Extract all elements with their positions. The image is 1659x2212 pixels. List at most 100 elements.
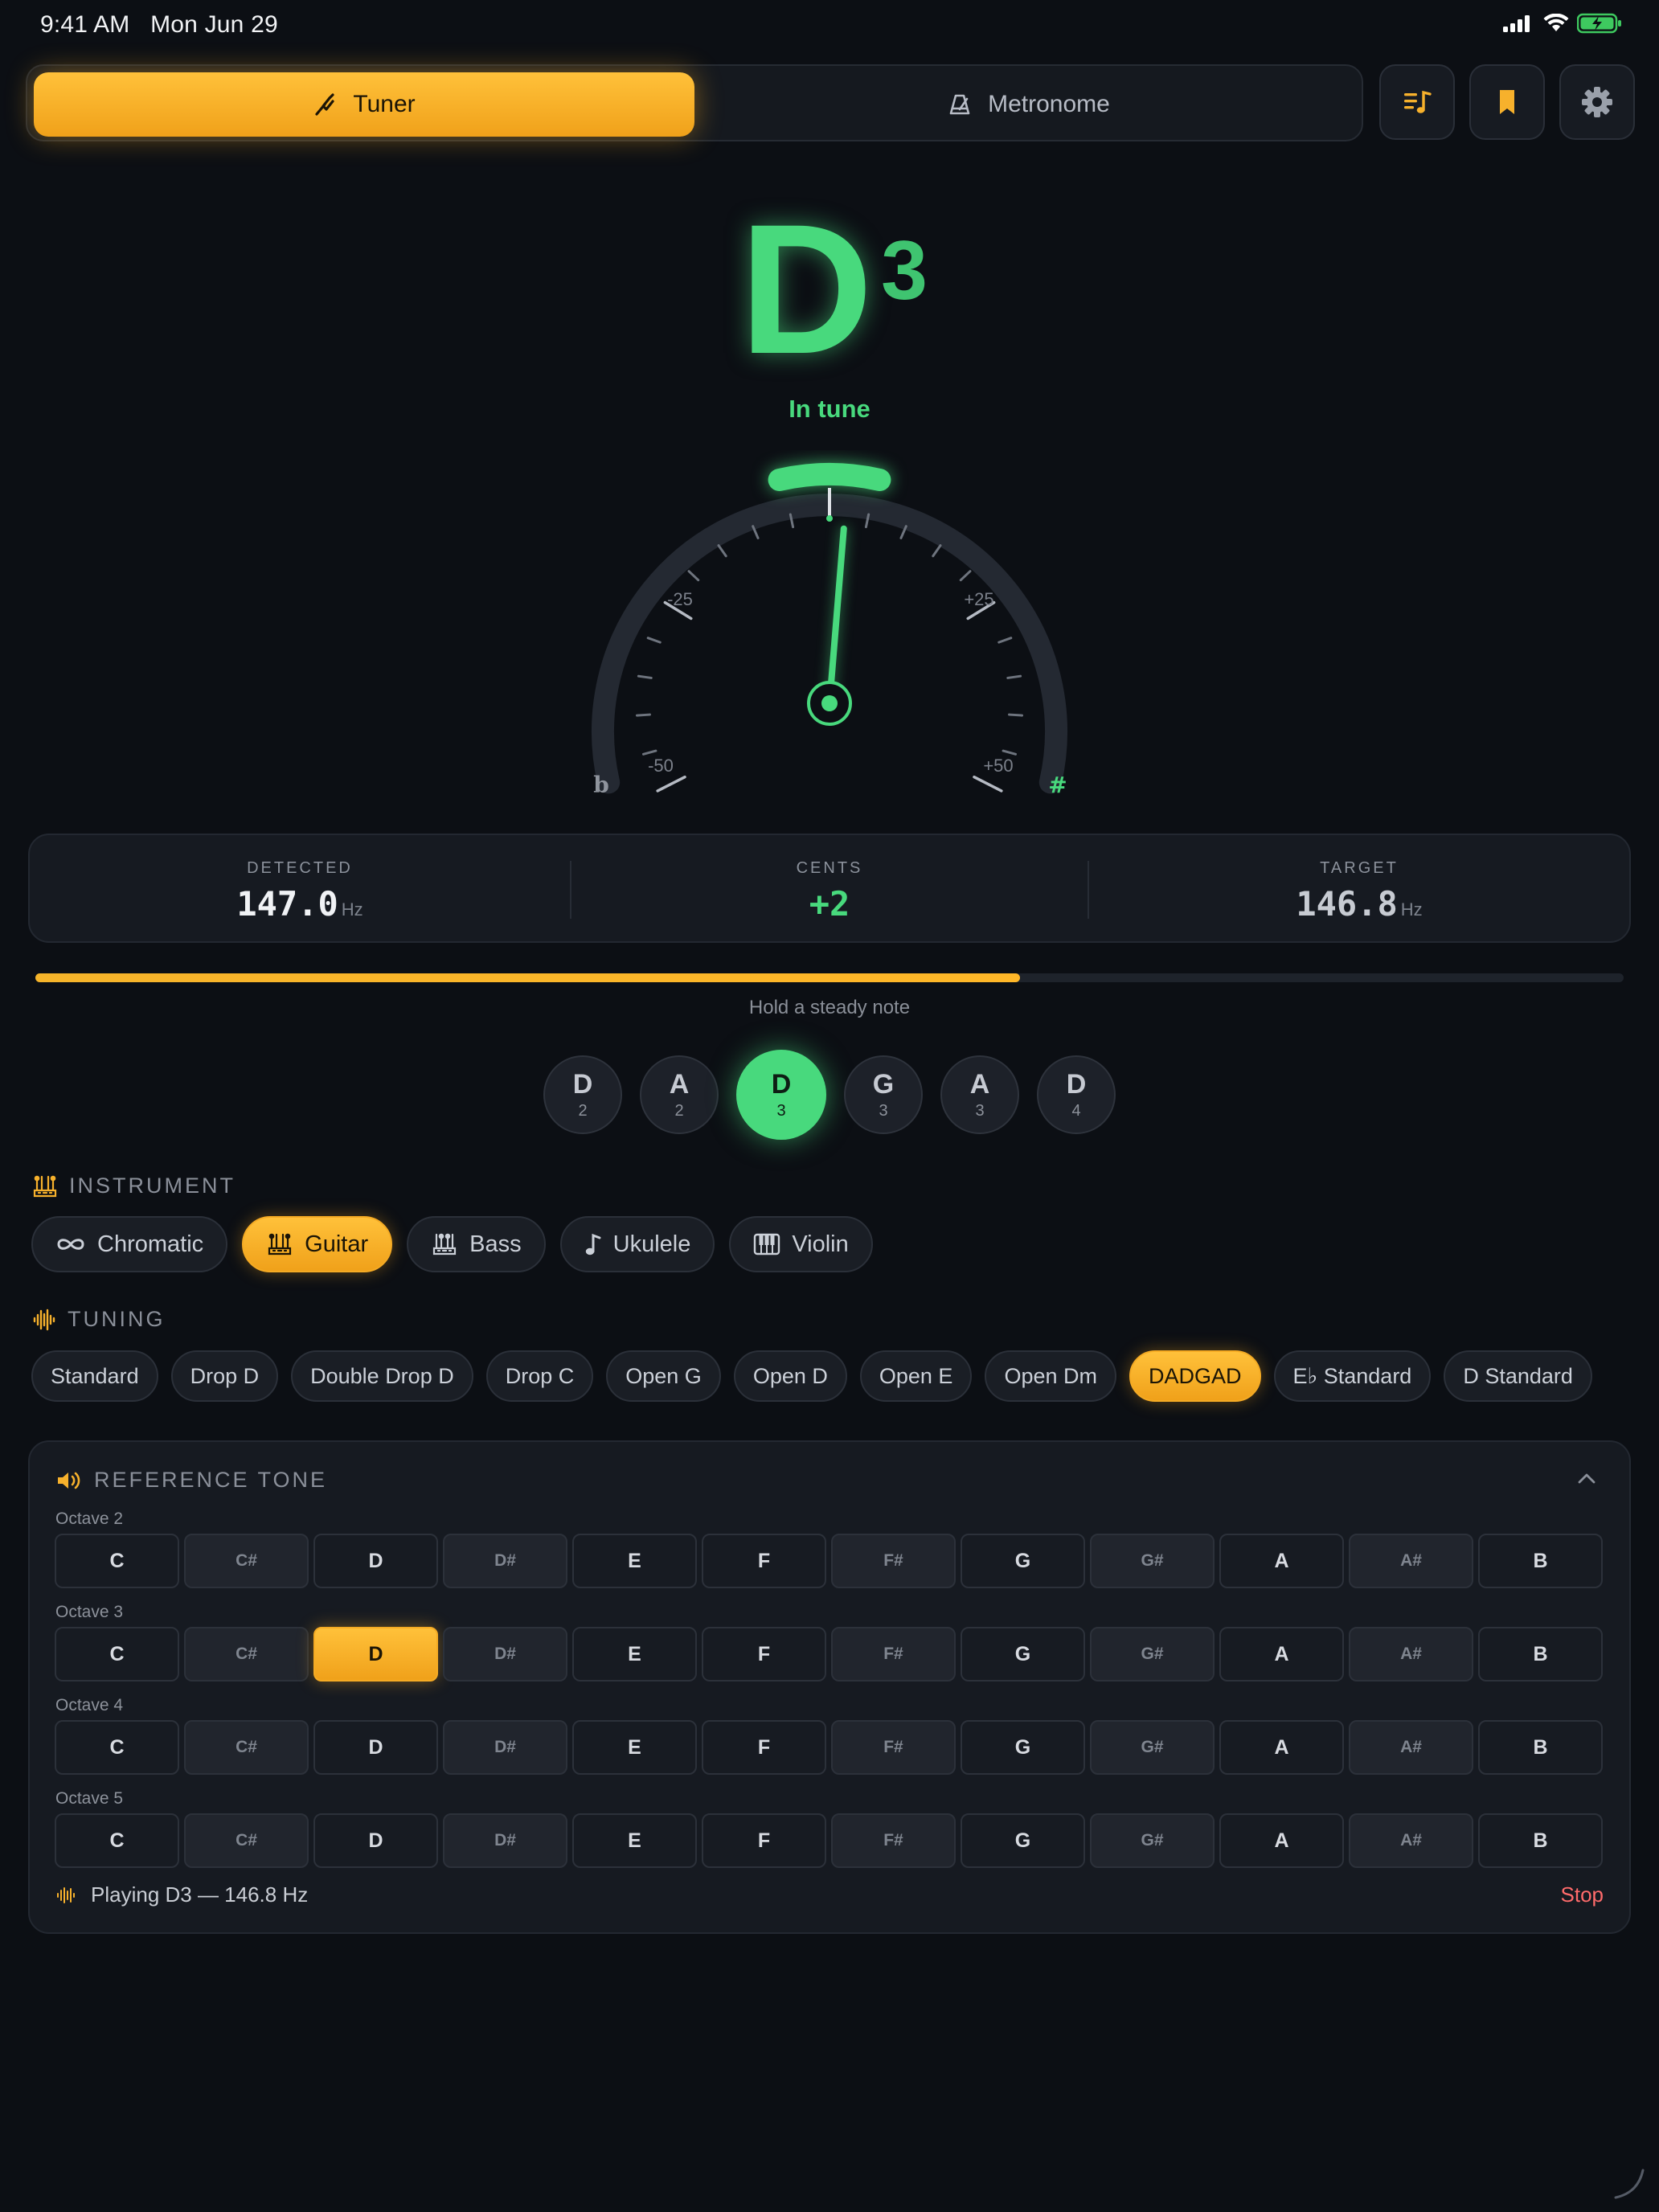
tuning-drop-c[interactable]: Drop C: [485, 1350, 594, 1402]
reference-key[interactable]: B: [1478, 1813, 1603, 1868]
string-octave: 3: [975, 1101, 985, 1120]
bookmark-button[interactable]: [1469, 64, 1545, 140]
reference-key[interactable]: F#: [831, 1534, 956, 1588]
tuning-drop-d[interactable]: Drop D: [170, 1350, 279, 1402]
tuning-options: Standard Drop D Double Drop D Drop C Ope…: [31, 1350, 1592, 1402]
settings-button[interactable]: [1559, 64, 1635, 140]
battery-charging-icon: [1577, 13, 1621, 34]
reference-key[interactable]: G#: [1090, 1534, 1215, 1588]
instrument-guitar[interactable]: Guitar: [242, 1216, 393, 1272]
reference-key[interactable]: A#: [1349, 1534, 1473, 1588]
instrument-chromatic[interactable]: Chromatic: [31, 1216, 228, 1272]
instrument-bass[interactable]: Bass: [407, 1216, 546, 1272]
reference-key[interactable]: C#: [184, 1813, 309, 1868]
reference-key[interactable]: F: [702, 1813, 826, 1868]
reference-key[interactable]: G#: [1090, 1627, 1215, 1682]
reference-key[interactable]: C: [55, 1627, 179, 1682]
tuning-dadgad[interactable]: DADGAD: [1129, 1350, 1261, 1402]
tuning-heading-text: TUNING: [68, 1307, 166, 1331]
reference-tone-header[interactable]: REFERENCE TONE: [55, 1468, 327, 1493]
reference-key[interactable]: D#: [443, 1534, 567, 1588]
tuning-eb-standard[interactable]: E♭ Standard: [1273, 1350, 1432, 1402]
tuning-double-drop-d[interactable]: Double Drop D: [291, 1350, 473, 1402]
note-octave: 3: [881, 224, 928, 317]
now-playing-text: Playing D3 — 146.8 Hz: [91, 1882, 309, 1907]
string-octave: 2: [578, 1101, 588, 1120]
tuning-open-dm[interactable]: Open Dm: [985, 1350, 1116, 1402]
reference-key[interactable]: D: [313, 1627, 438, 1682]
instrument-label: Bass: [469, 1231, 522, 1257]
reference-key[interactable]: G#: [1090, 1813, 1215, 1868]
reference-key[interactable]: E: [572, 1813, 697, 1868]
string-button[interactable]: D4: [1037, 1055, 1116, 1134]
reference-key[interactable]: G: [961, 1627, 1085, 1682]
reference-key[interactable]: C#: [184, 1534, 309, 1588]
instrument-violin[interactable]: Violin: [729, 1216, 873, 1272]
detected-note: D 3: [0, 197, 1659, 382]
reference-key[interactable]: D#: [443, 1720, 567, 1775]
tuning-open-e[interactable]: Open E: [859, 1350, 973, 1402]
reference-key[interactable]: C#: [184, 1720, 309, 1775]
reference-key[interactable]: A#: [1349, 1813, 1473, 1868]
tuning-d-standard[interactable]: D Standard: [1444, 1350, 1592, 1402]
reference-key[interactable]: A: [1219, 1627, 1344, 1682]
string-octave: 3: [776, 1101, 786, 1120]
tuning-open-g[interactable]: Open G: [606, 1350, 721, 1402]
stop-button[interactable]: Stop: [1561, 1882, 1604, 1907]
reference-key[interactable]: F: [702, 1534, 826, 1588]
reference-key[interactable]: F: [702, 1627, 826, 1682]
reference-key[interactable]: D#: [443, 1813, 567, 1868]
reference-key[interactable]: E: [572, 1627, 697, 1682]
tuning-open-d[interactable]: Open D: [733, 1350, 847, 1402]
reference-key[interactable]: A: [1219, 1534, 1344, 1588]
needle-pivot-dot: [821, 695, 838, 711]
cellular-signal-icon: [1503, 15, 1530, 32]
tab-metronome[interactable]: Metronome: [699, 72, 1358, 137]
setlist-button[interactable]: [1379, 64, 1455, 140]
string-button[interactable]: G3: [844, 1055, 923, 1134]
reference-key[interactable]: G: [961, 1720, 1085, 1775]
string-button[interactable]: A3: [940, 1055, 1019, 1134]
reference-key[interactable]: C: [55, 1720, 179, 1775]
reference-key[interactable]: F#: [831, 1627, 956, 1682]
reference-key[interactable]: G: [961, 1813, 1085, 1868]
tab-tuner[interactable]: Tuner: [34, 72, 694, 137]
reference-key[interactable]: C#: [184, 1627, 309, 1682]
string-button[interactable]: A2: [640, 1055, 719, 1134]
reference-key[interactable]: A: [1219, 1720, 1344, 1775]
reference-key[interactable]: G: [961, 1534, 1085, 1588]
reference-key[interactable]: C: [55, 1534, 179, 1588]
reference-key[interactable]: F: [702, 1720, 826, 1775]
string-button[interactable]: D2: [543, 1055, 622, 1134]
reference-key[interactable]: A#: [1349, 1627, 1473, 1682]
reference-key[interactable]: F#: [831, 1813, 956, 1868]
string-button-active[interactable]: D3: [736, 1050, 826, 1140]
reference-key[interactable]: D: [313, 1720, 438, 1775]
reference-key[interactable]: A: [1219, 1813, 1344, 1868]
reference-key[interactable]: B: [1478, 1534, 1603, 1588]
reference-key[interactable]: B: [1478, 1720, 1603, 1775]
reference-key[interactable]: D: [313, 1534, 438, 1588]
reference-key[interactable]: B: [1478, 1627, 1603, 1682]
reference-key[interactable]: E: [572, 1534, 697, 1588]
gauge-tick: [973, 775, 1003, 793]
reference-key[interactable]: E: [572, 1720, 697, 1775]
octave-2-keys: C C# D D# E F F# G G# A A# B: [55, 1534, 1603, 1588]
now-playing: Playing D3 — 146.8 Hz: [55, 1882, 308, 1907]
gauge-label-minus50: -50: [648, 756, 674, 776]
reference-key[interactable]: F#: [831, 1720, 956, 1775]
octave-label: Octave 4: [55, 1696, 124, 1714]
instrument-ukulele[interactable]: Ukulele: [559, 1216, 715, 1272]
reference-key[interactable]: C: [55, 1813, 179, 1868]
status-icons: [1503, 13, 1622, 34]
music-list-icon: [1404, 90, 1432, 113]
tuning-standard[interactable]: Standard: [31, 1350, 158, 1402]
string-octave: 2: [674, 1101, 684, 1120]
cents-column: CENTS +2: [571, 835, 1088, 944]
reference-key[interactable]: D#: [443, 1627, 567, 1682]
chevron-up-icon[interactable]: [1576, 1471, 1597, 1485]
reference-key[interactable]: A#: [1349, 1720, 1473, 1775]
reference-key[interactable]: G#: [1090, 1720, 1215, 1775]
reference-key[interactable]: D: [313, 1813, 438, 1868]
gear-icon: [1582, 87, 1612, 117]
